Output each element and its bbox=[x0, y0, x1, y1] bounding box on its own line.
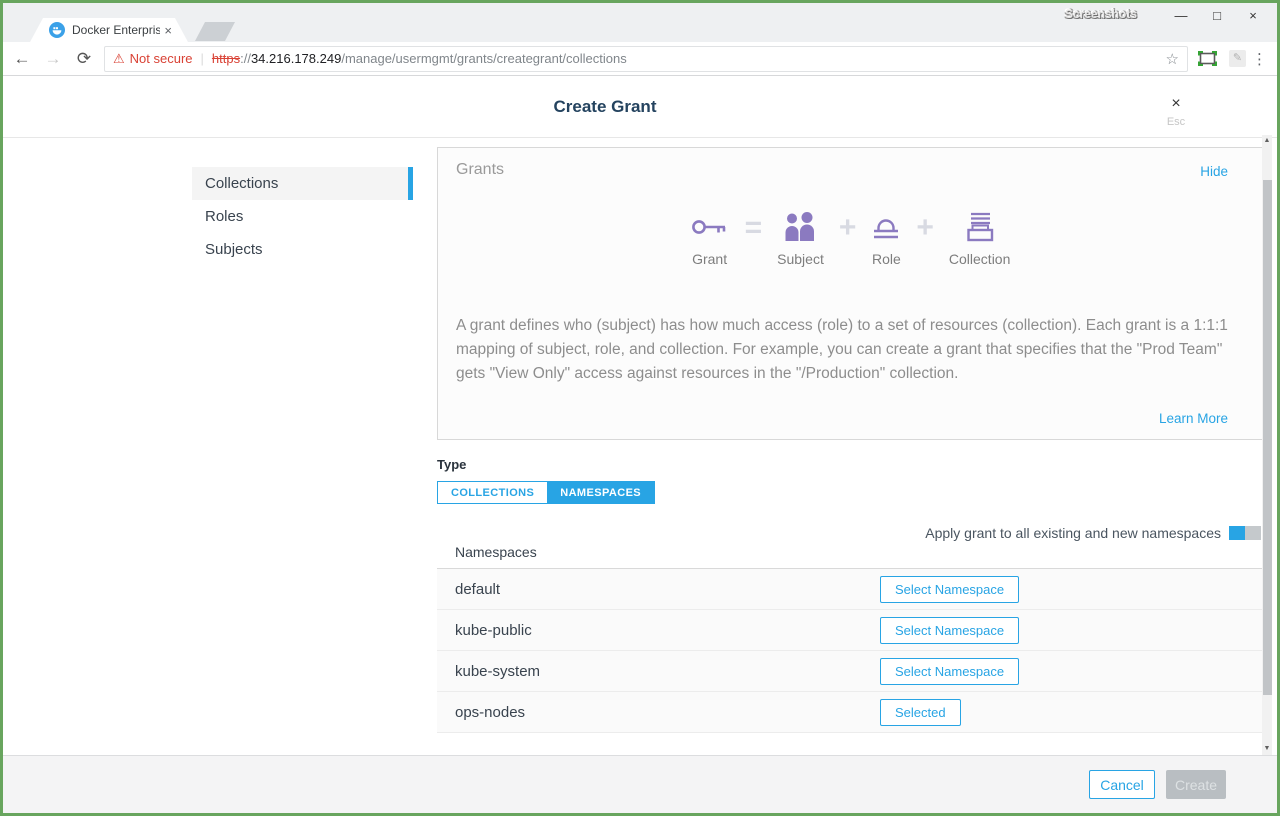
scrollbar-thumb[interactable] bbox=[1263, 180, 1272, 695]
tab-namespaces[interactable]: NAMESPACES bbox=[547, 482, 654, 503]
scroll-up-icon[interactable]: ▲ bbox=[1262, 135, 1272, 147]
not-secure-label[interactable]: Not secure bbox=[130, 51, 193, 66]
tab-collections[interactable]: COLLECTIONS bbox=[438, 482, 547, 503]
address-bar[interactable]: ⚠ Not secure | https://34.216.178.249/ma… bbox=[104, 46, 1188, 72]
minimize-button[interactable]: — bbox=[1163, 6, 1199, 26]
url-text[interactable]: https://34.216.178.249/manage/usermgmt/g… bbox=[212, 51, 627, 66]
equation-label-collection: Collection bbox=[949, 251, 1010, 267]
namespace-name: ops-nodes bbox=[455, 704, 880, 721]
equation-subject: Subject bbox=[777, 210, 824, 267]
browser-tab[interactable]: Docker Enterprise Edition × bbox=[30, 18, 188, 42]
modal-close-button[interactable]: × Esc bbox=[1161, 95, 1191, 128]
equation-label-grant: Grant bbox=[692, 251, 727, 267]
scroll-down-icon[interactable]: ▼ bbox=[1262, 743, 1272, 755]
new-tab-button[interactable] bbox=[195, 22, 235, 41]
docker-favicon-icon bbox=[49, 22, 65, 38]
toggle-knob bbox=[1229, 526, 1245, 540]
tab-close-icon[interactable]: × bbox=[164, 23, 172, 38]
selected-namespace-button[interactable]: Selected bbox=[880, 699, 961, 726]
grants-description: A grant defines who (subject) has how mu… bbox=[456, 314, 1244, 386]
reload-icon[interactable]: ⟳ bbox=[72, 49, 96, 69]
table-row: ops-nodes Selected bbox=[437, 692, 1263, 733]
browser-window: Screenshots — □ × Docker Enterprise Edit… bbox=[0, 0, 1280, 816]
apply-all-toggle[interactable] bbox=[1229, 526, 1261, 540]
grants-info-panel: Grants Hide Grant = Subject bbox=[437, 147, 1263, 440]
role-scale-icon bbox=[871, 210, 901, 244]
cancel-button[interactable]: Cancel bbox=[1089, 770, 1155, 799]
page-title: Create Grant bbox=[3, 97, 1207, 117]
table-row: kube-system Select Namespace bbox=[437, 651, 1263, 692]
equation-label-role: Role bbox=[872, 251, 901, 267]
modal-body: Collections Roles Subjects Grants Hide G… bbox=[3, 138, 1277, 755]
plus-icon: + bbox=[916, 210, 934, 246]
create-button[interactable]: Create bbox=[1166, 770, 1226, 799]
window-controls: — □ × bbox=[1163, 6, 1271, 26]
security-warning-icon[interactable]: ⚠ bbox=[113, 51, 125, 67]
url-scheme: https bbox=[212, 51, 240, 66]
select-namespace-button[interactable]: Select Namespace bbox=[880, 576, 1019, 603]
grant-equation: Grant = Subject + Role bbox=[438, 210, 1262, 267]
table-row: default Select Namespace bbox=[437, 569, 1263, 610]
tab-title: Docker Enterprise Edition bbox=[72, 23, 160, 37]
select-namespace-button[interactable]: Select Namespace bbox=[880, 658, 1019, 685]
equation-label-subject: Subject bbox=[777, 251, 824, 267]
esc-label: Esc bbox=[1161, 116, 1191, 128]
modal-footer: Cancel Create bbox=[3, 755, 1277, 813]
screenshot-extension-icon[interactable] bbox=[1198, 51, 1217, 66]
equation-grant: Grant bbox=[690, 210, 730, 267]
create-grant-page: Create Grant × Esc Collections Roles Sub… bbox=[3, 77, 1277, 813]
apply-all-toggle-row: Apply grant to all existing and new name… bbox=[925, 525, 1261, 541]
url-path: /manage/usermgmt/grants/creategrant/coll… bbox=[341, 51, 626, 66]
url-separator: :// bbox=[240, 51, 251, 66]
close-icon[interactable]: × bbox=[1161, 95, 1191, 113]
sidebar: Collections Roles Subjects bbox=[192, 167, 413, 266]
modal-header: Create Grant × Esc bbox=[3, 77, 1277, 138]
namespace-name: kube-system bbox=[455, 663, 880, 680]
namespace-name: default bbox=[455, 581, 880, 598]
browser-toolbar: ← → ⟳ ⚠ Not secure | https://34.216.178.… bbox=[3, 42, 1277, 76]
back-icon[interactable]: ← bbox=[10, 49, 34, 69]
learn-more-link[interactable]: Learn More bbox=[1159, 411, 1228, 426]
key-icon bbox=[690, 210, 730, 244]
type-segmented-control: COLLECTIONS NAMESPACES bbox=[437, 481, 655, 504]
bookmark-star-icon[interactable]: ☆ bbox=[1166, 50, 1179, 68]
equals-icon: = bbox=[745, 210, 763, 246]
sidebar-item-collections[interactable]: Collections bbox=[192, 167, 413, 200]
edit-extension-icon[interactable]: ✎ bbox=[1229, 50, 1246, 67]
sidebar-item-subjects[interactable]: Subjects bbox=[192, 233, 413, 266]
table-row: kube-public Select Namespace bbox=[437, 610, 1263, 651]
equation-collection: Collection bbox=[949, 210, 1010, 267]
panel-heading: Grants bbox=[456, 161, 504, 179]
collection-tray-icon bbox=[963, 210, 997, 244]
scrollbar[interactable]: ▲ ▼ bbox=[1262, 135, 1272, 755]
forward-icon: → bbox=[41, 49, 65, 69]
equation-role: Role bbox=[871, 210, 901, 267]
hide-link[interactable]: Hide bbox=[1200, 164, 1228, 179]
select-namespace-button[interactable]: Select Namespace bbox=[880, 617, 1019, 644]
toggle-track bbox=[1245, 526, 1261, 540]
sidebar-item-roles[interactable]: Roles bbox=[192, 200, 413, 233]
plus-icon: + bbox=[839, 210, 857, 246]
namespace-name: kube-public bbox=[455, 622, 880, 639]
namespaces-table: Namespaces default Select Namespace kube… bbox=[437, 544, 1263, 733]
namespaces-column-header: Namespaces bbox=[437, 544, 1263, 569]
close-window-button[interactable]: × bbox=[1235, 6, 1271, 26]
type-label: Type bbox=[437, 457, 466, 472]
screenshots-watermark: Screenshots bbox=[1065, 7, 1137, 21]
omnibox-divider: | bbox=[201, 51, 204, 66]
maximize-button[interactable]: □ bbox=[1199, 6, 1235, 26]
apply-all-toggle-label: Apply grant to all existing and new name… bbox=[925, 525, 1221, 541]
extension-icons: ✎ bbox=[1198, 50, 1246, 67]
browser-titlebar: Screenshots — □ × Docker Enterprise Edit… bbox=[3, 3, 1277, 42]
chrome-menu-icon[interactable]: ⋮ bbox=[1252, 50, 1267, 68]
people-icon bbox=[782, 210, 818, 244]
url-host: 34.216.178.249 bbox=[251, 51, 341, 66]
